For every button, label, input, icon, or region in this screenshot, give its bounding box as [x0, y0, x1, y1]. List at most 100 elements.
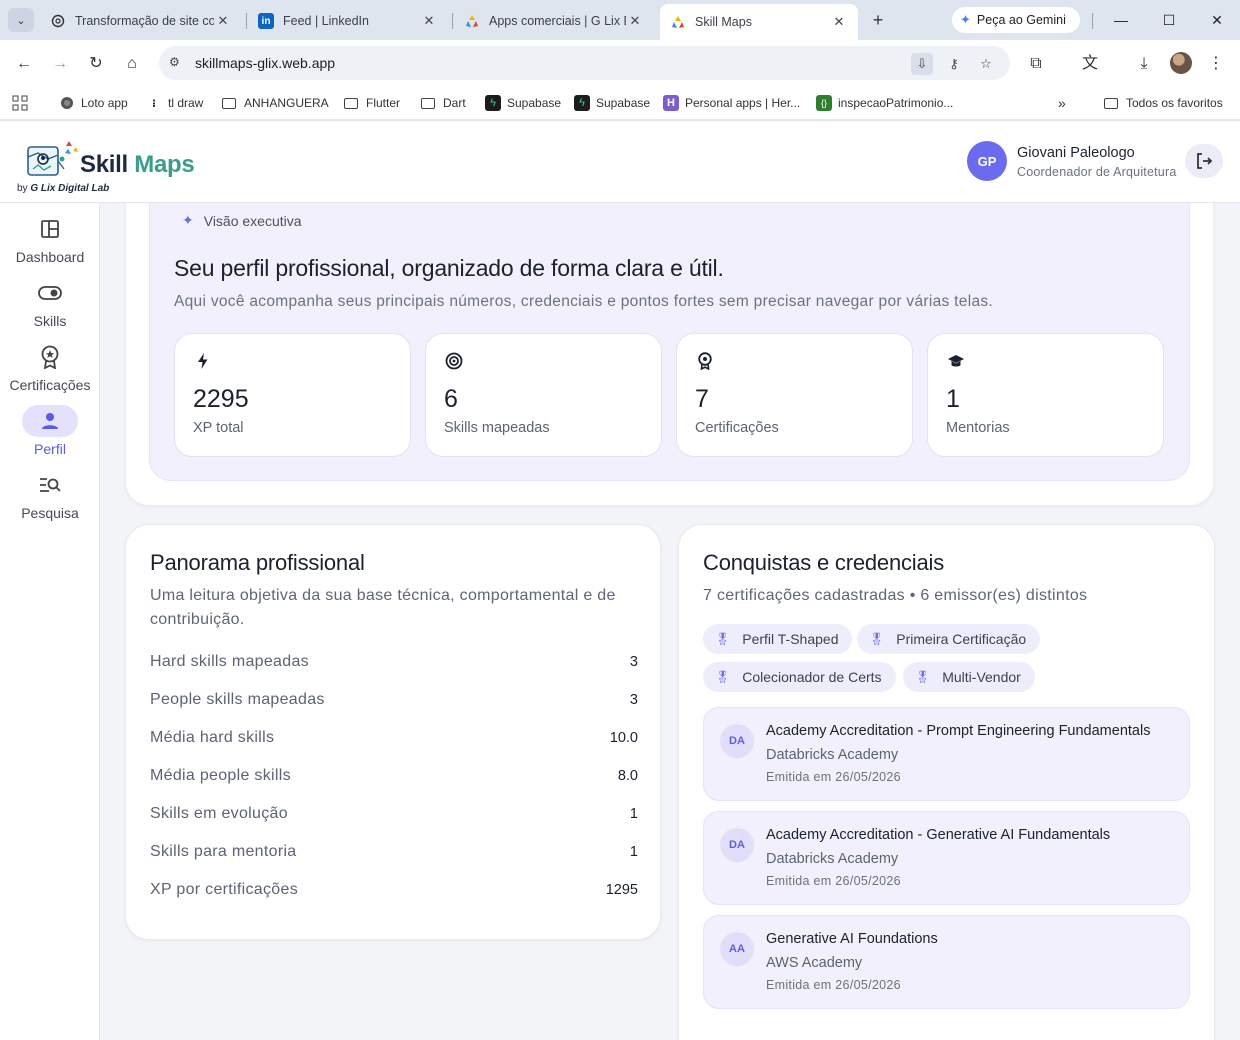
bookmark-item[interactable]: Dart	[421, 93, 466, 113]
close-icon[interactable]: ✕	[626, 13, 644, 29]
bookmark-label: inspecaoPatrimonio...	[838, 96, 954, 110]
heroku-icon: H	[663, 95, 679, 111]
kebab-menu-icon[interactable]: ⋮	[1204, 52, 1228, 76]
profile-avatar[interactable]	[1170, 52, 1192, 74]
nav-label: Certificações	[9, 377, 91, 393]
logo-wordmark: Skill Maps	[80, 151, 195, 178]
certification-item[interactable]: AA Generative AI Foundations AWS Academy…	[703, 915, 1190, 1009]
star-icon[interactable]: ☆	[975, 53, 997, 75]
key-icon[interactable]: ⚷	[943, 53, 965, 75]
person-icon	[22, 405, 78, 437]
bookmark-item[interactable]: ϟ Supabase	[574, 93, 650, 113]
tab-title: Transformação de site co	[75, 14, 214, 28]
school-icon	[948, 355, 964, 367]
logout-button[interactable]	[1185, 144, 1223, 178]
certification-item[interactable]: DA Academy Accreditation - Generative AI…	[703, 811, 1190, 905]
bookmark-item[interactable]: ϟ Supabase	[485, 93, 561, 113]
reload-icon[interactable]: ↻	[84, 52, 108, 76]
medal-icon: 🎖	[915, 670, 931, 684]
stat-label: Certificações	[695, 420, 779, 436]
new-tab-button[interactable]: +	[866, 9, 890, 31]
browser-tab-strip: ⌄ Transformação de site co ✕ in Feed | L…	[0, 0, 1240, 40]
extensions-icon[interactable]: ⧉	[1024, 52, 1048, 76]
user-avatar[interactable]: GP	[967, 141, 1007, 181]
achievement-badge: 🎖 Multi-Vendor	[903, 662, 1035, 692]
app-header: Skill Maps by G Lix Digital Lab GP Giova…	[0, 121, 1240, 203]
stat-value: 1	[946, 385, 960, 413]
cert-issuer: Databricks Academy	[766, 747, 899, 763]
stat-card-skills: 6 Skills mapeadas	[425, 333, 662, 457]
translate-icon[interactable]: 文	[1078, 52, 1102, 76]
openai-icon	[50, 13, 66, 29]
certification-item[interactable]: DA Academy Accreditation - Prompt Engine…	[703, 707, 1190, 801]
globe-icon	[59, 95, 75, 111]
executive-view-chip: ✦ Visão executiva	[182, 212, 302, 229]
stat-card-certificacoes: 7 Certificações	[676, 333, 913, 457]
browser-tab[interactable]: Apps comerciais | G Lix D ✕	[454, 6, 654, 36]
logout-icon	[1197, 153, 1213, 169]
tab-title: Feed | LinkedIn	[283, 14, 369, 28]
nav-item-skills[interactable]: Skills	[0, 277, 100, 329]
tab-title: Apps comerciais | G Lix D	[489, 14, 626, 28]
all-bookmarks[interactable]: Todos os favoritos	[1104, 93, 1223, 113]
tab-divider	[452, 13, 453, 29]
forward-arrow-icon[interactable]: →	[48, 52, 72, 76]
stat-value: 2295	[193, 385, 249, 413]
bookmark-item[interactable]: ANHANGUERA	[222, 93, 329, 113]
linkedin-icon: in	[258, 13, 274, 29]
close-window-button[interactable]: ✕	[1194, 8, 1240, 32]
url-text[interactable]: skillmaps-glix.web.app	[195, 55, 335, 71]
browser-tab-active[interactable]: Skill Maps ✕	[660, 4, 858, 40]
nav-label: Skills	[33, 313, 67, 329]
dots-icon: ⁝	[151, 97, 157, 110]
site-settings-icon[interactable]: ⚙	[169, 55, 180, 69]
nav-item-pesquisa[interactable]: Pesquisa	[0, 469, 100, 521]
bookmark-label: Personal apps | Her...	[685, 96, 801, 110]
bookmark-label: ANHANGUERA	[244, 96, 329, 110]
minimize-button[interactable]: —	[1098, 8, 1144, 32]
bookmark-item[interactable]: H Personal apps | Her...	[663, 93, 800, 113]
bookmark-item[interactable]: ⁝ tl draw	[146, 93, 203, 113]
address-bar[interactable]: ⚙ skillmaps-glix.web.app ⇩ ⚷ ☆	[159, 46, 1010, 80]
nav-label: Pesquisa	[21, 505, 79, 521]
cert-issuer: Databricks Academy	[766, 851, 899, 867]
medal-icon: 🎖	[869, 632, 885, 646]
nav-item-dashboard[interactable]: Dashboard	[0, 213, 100, 265]
install-app-icon[interactable]: ⇩	[911, 53, 933, 75]
app-sidebar: Dashboard Skills Certificações Perfil Pe…	[0, 203, 100, 1040]
panorama-title: Panorama profissional	[150, 550, 365, 575]
gemini-icon: ✦	[960, 12, 971, 27]
back-arrow-icon[interactable]: ←	[12, 52, 36, 76]
maximize-button[interactable]: ☐	[1146, 8, 1192, 32]
conquistas-subtitle: 7 certificações cadastradas • 6 emissor(…	[703, 587, 1088, 604]
stat-label: XP total	[193, 420, 244, 436]
user-role: Coordenador de Arquitetura	[1017, 165, 1177, 179]
gemini-button[interactable]: ✦ Peça ao Gemini	[952, 7, 1080, 33]
panorama-subtitle: Uma leitura objetiva da sua base técnica…	[150, 587, 616, 628]
home-icon[interactable]: ⌂	[120, 52, 144, 76]
more-bookmarks-icon[interactable]: »	[1058, 93, 1066, 113]
close-icon[interactable]: ✕	[214, 13, 232, 29]
tab-divider	[246, 13, 247, 29]
browser-tab[interactable]: Transformação de site co ✕	[40, 6, 242, 36]
sparkle-icon: ✦	[182, 212, 194, 228]
bookmark-item[interactable]: {} inspecaoPatrimonio...	[816, 93, 953, 113]
tab-search-button[interactable]: ⌄	[8, 8, 34, 32]
supabase-icon: ϟ	[485, 95, 501, 111]
apps-grid-icon[interactable]	[12, 93, 28, 113]
nav-label: Dashboard	[15, 249, 85, 265]
nav-item-certificacoes[interactable]: Certificações	[0, 341, 100, 393]
nav-item-perfil[interactable]: Perfil	[0, 405, 100, 457]
issuer-avatar: AA	[720, 932, 754, 966]
bookmark-label: Dart	[443, 96, 466, 110]
cert-date: Emitida em 26/05/2026	[766, 874, 901, 888]
bookmark-item[interactable]: Loto app	[59, 93, 128, 113]
all-bookmarks-label: Todos os favoritos	[1126, 96, 1223, 110]
close-icon[interactable]: ✕	[420, 13, 438, 29]
browser-tab[interactable]: in Feed | LinkedIn ✕	[248, 6, 448, 36]
download-icon[interactable]: ⤓	[1132, 52, 1156, 76]
bookmark-item[interactable]: Flutter	[344, 93, 400, 113]
tab-title: Skill Maps	[695, 15, 752, 29]
close-icon[interactable]: ✕	[830, 14, 848, 30]
skill-maps-logo-icon[interactable]	[24, 139, 80, 183]
